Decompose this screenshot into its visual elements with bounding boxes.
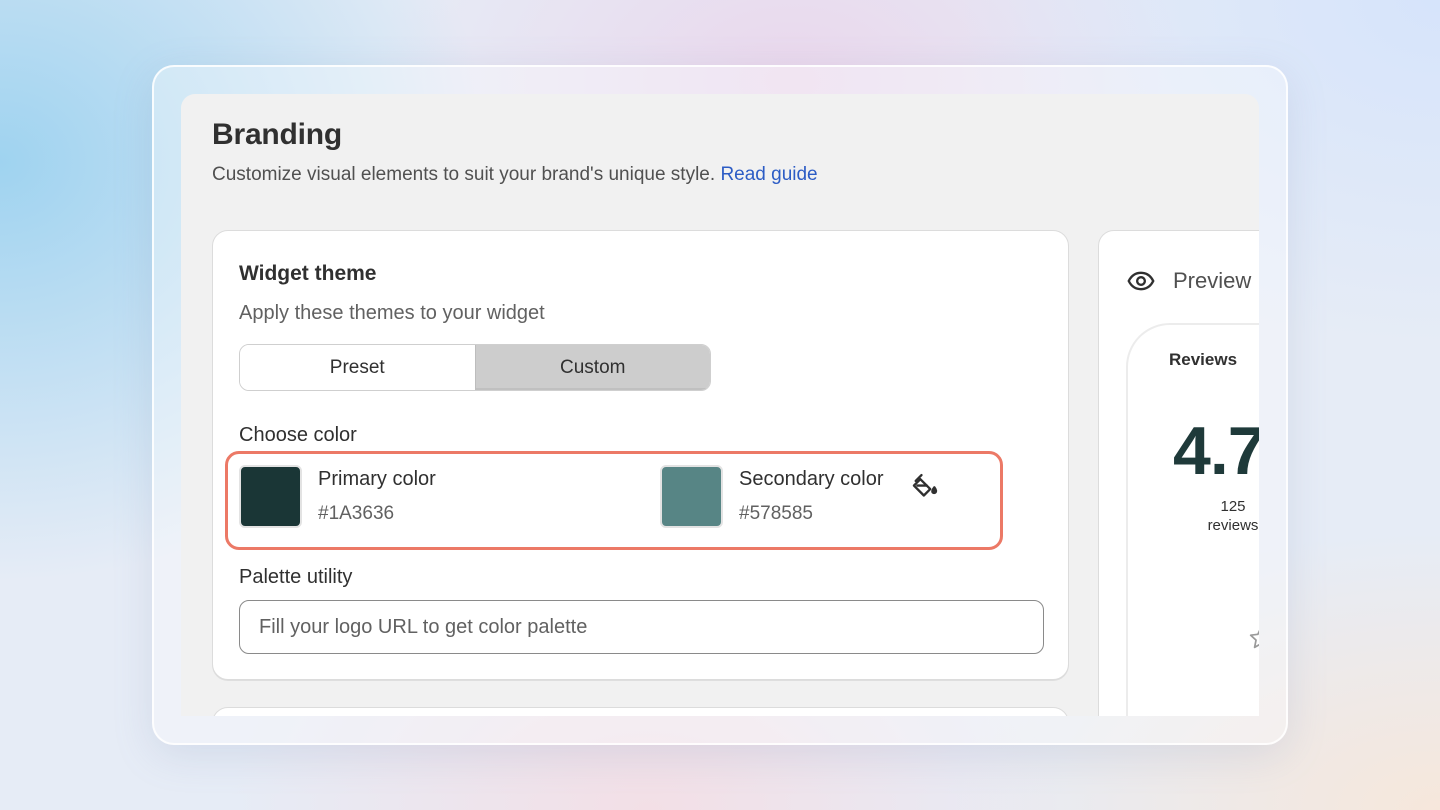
widget-theme-subtitle: Apply these themes to your widget [239, 302, 545, 324]
widget-theme-title: Widget theme [239, 262, 377, 285]
primary-color-picker: Primary color #1A3636 [239, 465, 436, 528]
review-count-number: 125 [1220, 498, 1246, 515]
widget-theme-card: Widget theme Apply these themes to your … [212, 230, 1069, 680]
review-count-label: reviews [1207, 517, 1259, 534]
color-picker-group: Primary color #1A3636 Secondary color #5… [225, 451, 1003, 550]
primary-color-label: Primary color [318, 468, 436, 490]
secondary-color-swatch[interactable] [660, 465, 723, 528]
preview-header: Preview [1127, 267, 1251, 295]
review-count: 125 reviews [1188, 497, 1259, 535]
next-settings-card [212, 707, 1069, 716]
page-subtitle-text: Customize visual elements to suit your b… [212, 164, 716, 185]
eye-icon [1127, 271, 1155, 291]
page-title: Branding [212, 118, 343, 151]
preview-card: Preview Reviews 4.7 125 reviews [1098, 230, 1259, 716]
app-panel: Branding Customize visual elements to su… [181, 94, 1259, 716]
average-rating: 4.7 [1173, 413, 1259, 489]
secondary-color-picker: Secondary color #578585 [660, 465, 884, 528]
preview-phone-frame: Reviews 4.7 125 reviews [1126, 323, 1259, 716]
palette-utility-label: Palette utility [239, 566, 353, 588]
secondary-color-value: #578585 [739, 503, 813, 524]
preview-label: Preview [1173, 268, 1252, 293]
tab-preset[interactable]: Preset [240, 345, 475, 390]
choose-color-label: Choose color [239, 424, 357, 446]
page-subtitle: Customize visual elements to suit your b… [212, 164, 818, 186]
star-icon [1249, 629, 1259, 649]
primary-color-swatch[interactable] [239, 465, 302, 528]
paint-bucket-icon[interactable] [911, 471, 939, 499]
reviews-title: Reviews [1169, 350, 1238, 369]
primary-color-value: #1A3636 [318, 503, 395, 524]
tab-custom[interactable]: Custom [474, 345, 710, 390]
read-guide-link[interactable]: Read guide [720, 164, 817, 185]
secondary-color-label: Secondary color [739, 468, 884, 490]
theme-mode-toggle: Preset Custom [239, 344, 711, 391]
logo-url-input[interactable] [239, 600, 1044, 654]
